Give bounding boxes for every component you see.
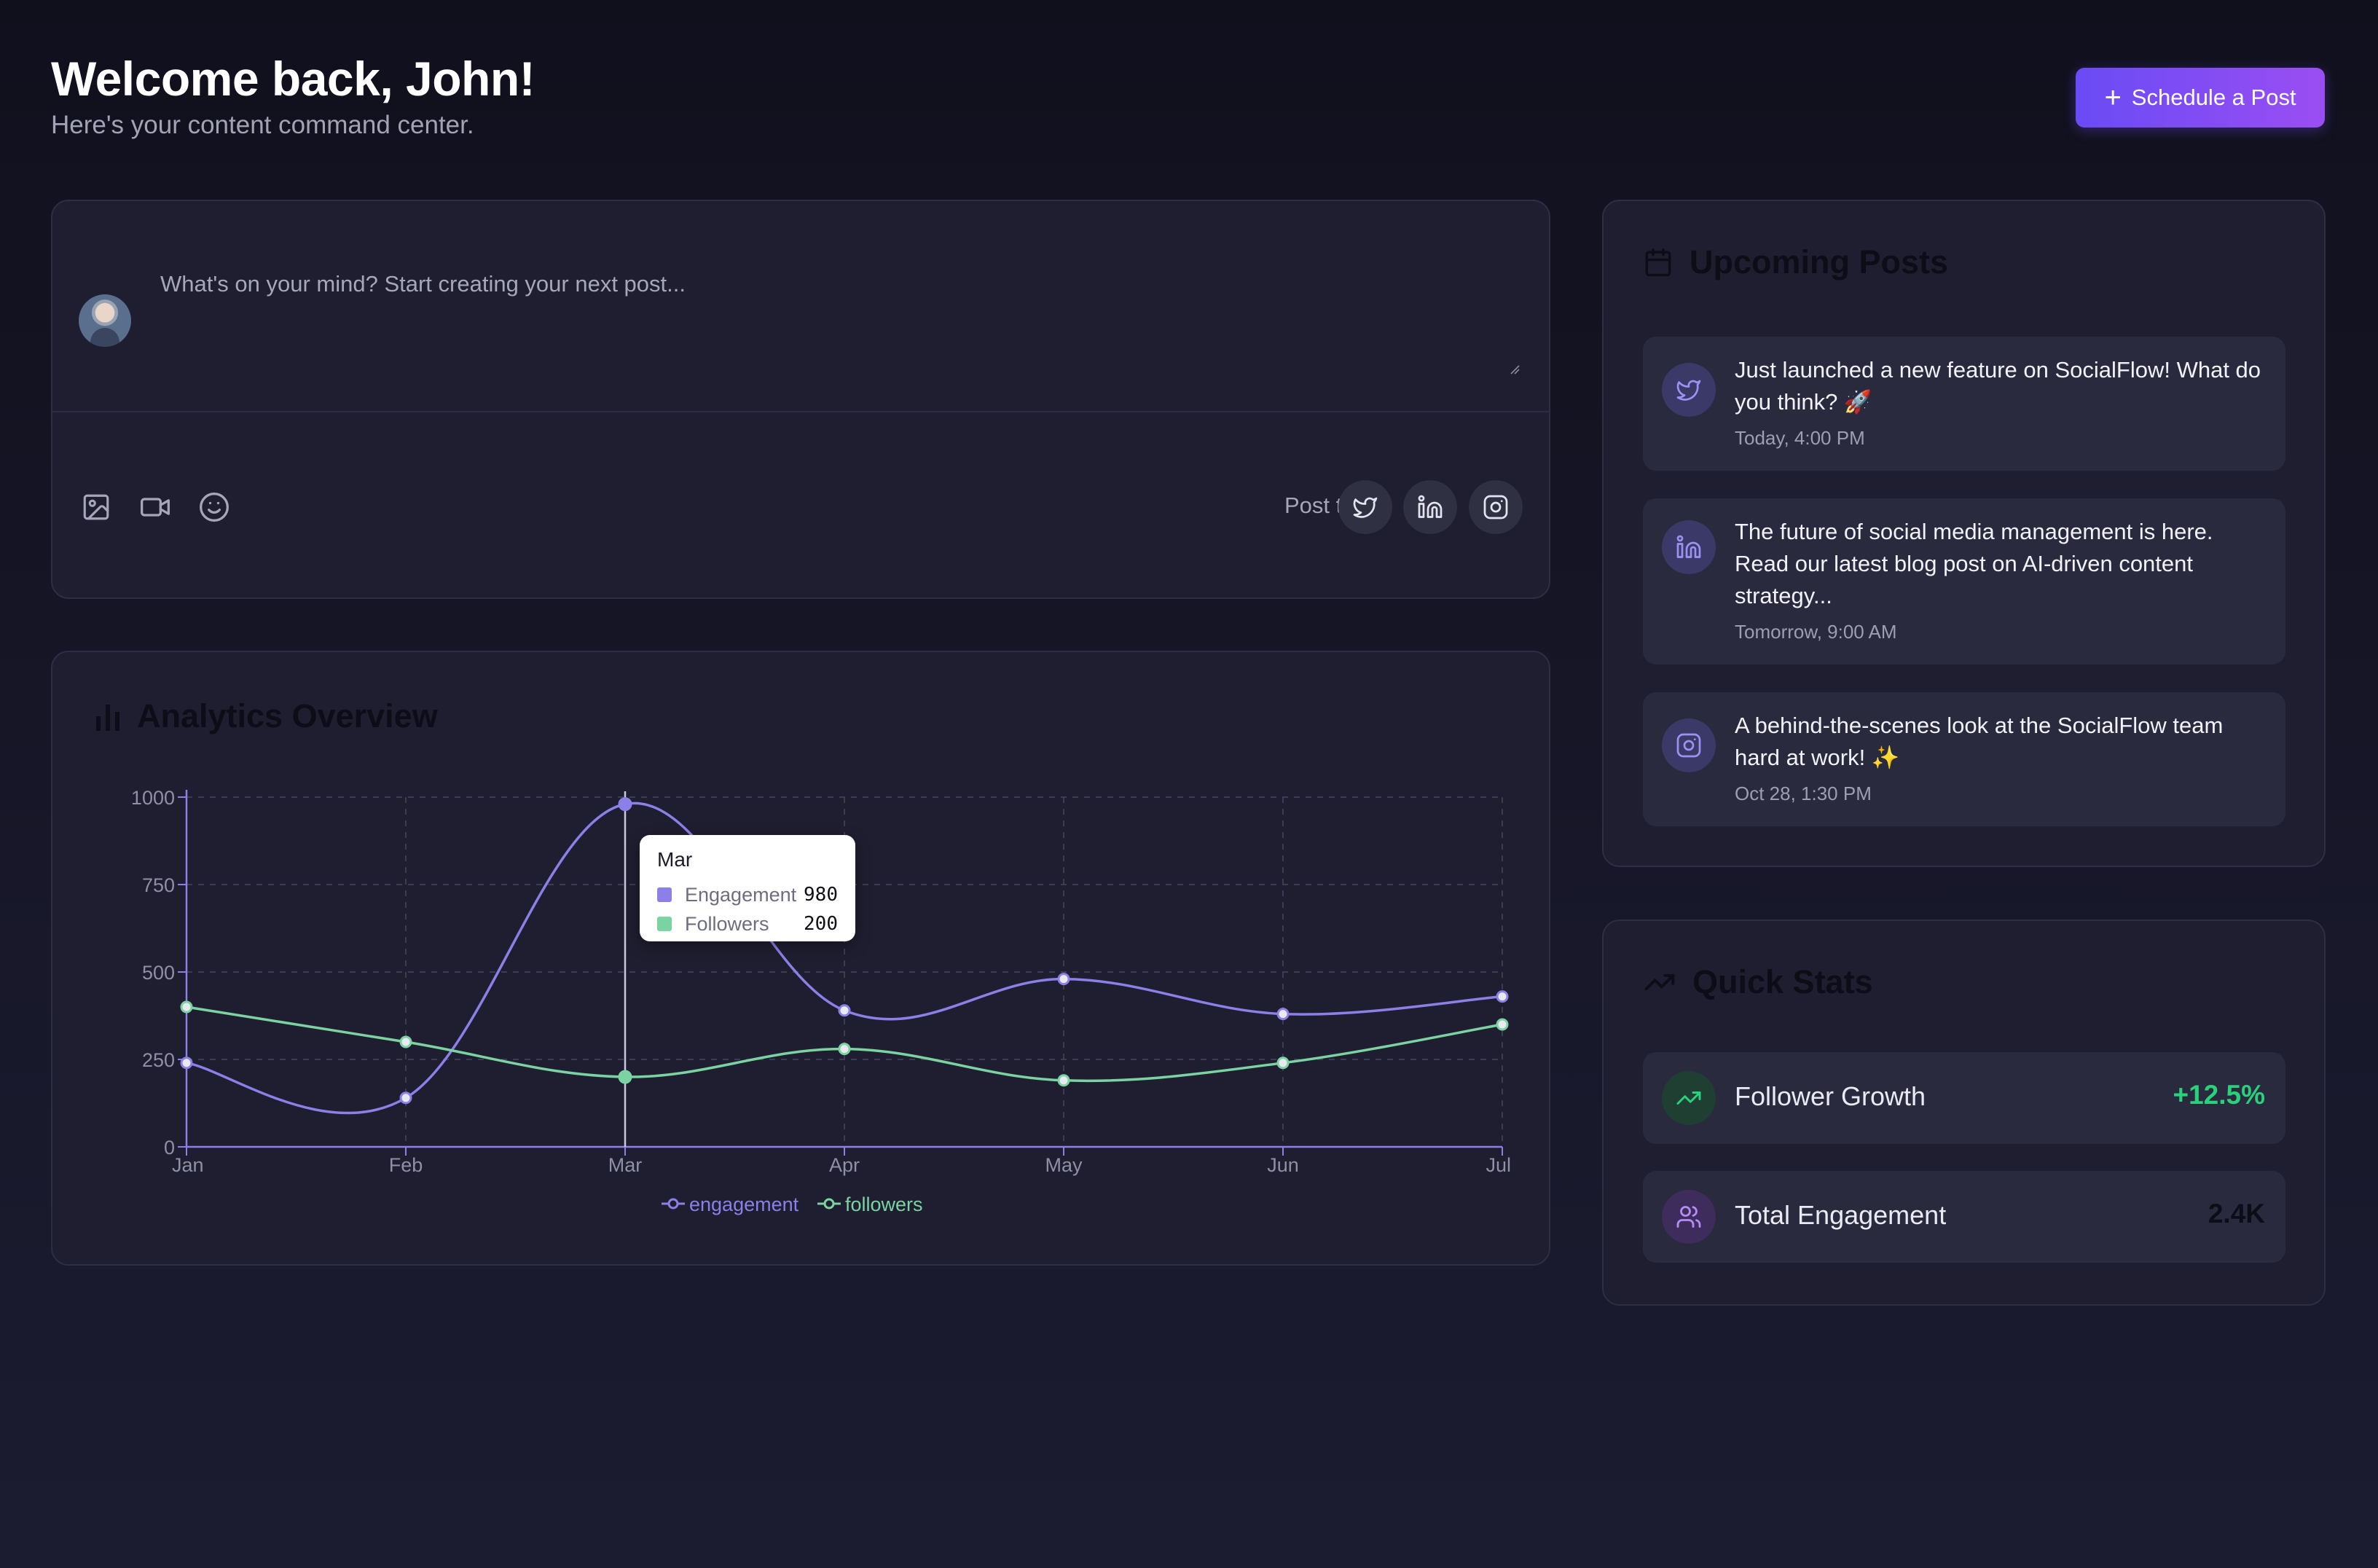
post-time: Oct 28, 1:30 PM xyxy=(1735,783,1872,804)
y-tick-label: 500 xyxy=(142,962,175,984)
upcoming-posts-card: Upcoming Posts Just launched a new featu… xyxy=(1602,200,2326,867)
engagement-legend-label: engagement xyxy=(689,1193,799,1215)
engagement-point xyxy=(618,797,632,812)
stat-label: Follower Growth xyxy=(1735,1081,1926,1111)
upcoming-title-text: Upcoming Posts xyxy=(1690,243,1949,281)
post-text: Just launched a new feature on SocialFlo… xyxy=(1735,357,2261,415)
trending-up-icon xyxy=(1662,1071,1716,1125)
followers-point xyxy=(838,1043,851,1056)
upcoming-post-item[interactable]: Just launched a new feature on SocialFlo… xyxy=(1643,337,2285,471)
followers-point xyxy=(618,1070,632,1084)
tooltip-label: Engagement xyxy=(685,883,797,906)
twitter-icon xyxy=(1662,363,1716,417)
x-tick-label: Feb xyxy=(389,1154,423,1176)
stat-follower-growth: Follower Growth +12.5% xyxy=(1643,1052,2285,1144)
engagement-point xyxy=(180,1057,193,1070)
upcoming-title: Upcoming Posts xyxy=(1643,243,1948,281)
x-tick-label: Jun xyxy=(1267,1154,1299,1176)
x-tick-label: Jul xyxy=(1486,1154,1511,1176)
trending-up-icon xyxy=(1644,973,1675,991)
followers-point xyxy=(1276,1057,1290,1070)
tooltip-label: Followers xyxy=(685,912,769,935)
instagram-icon xyxy=(1662,718,1716,772)
quick-stats-card: Quick Stats Follower Growth +12.5% Total… xyxy=(1602,920,2326,1306)
stat-value: +12.5% xyxy=(2173,1080,2265,1110)
engagement-legend-marker xyxy=(667,1198,679,1210)
x-tick-label: Apr xyxy=(829,1154,860,1176)
upcoming-post-item[interactable]: A behind-the-scenes look at the SocialFl… xyxy=(1643,692,2285,826)
followers-point xyxy=(1057,1074,1070,1087)
followers-legend-label: followers xyxy=(845,1193,923,1215)
y-tick-label: 750 xyxy=(142,874,175,896)
tooltip-title: Mar xyxy=(657,848,693,871)
linkedin-icon xyxy=(1662,520,1716,574)
post-time: Tomorrow, 9:00 AM xyxy=(1735,621,1897,643)
users-icon xyxy=(1662,1190,1716,1244)
engagement-swatch xyxy=(657,887,672,902)
stat-label: Total Engagement xyxy=(1735,1200,1947,1230)
tooltip-value: 200 xyxy=(804,913,838,935)
post-text: A behind-the-scenes look at the SocialFl… xyxy=(1735,713,2224,770)
y-tick-label: 1000 xyxy=(131,787,175,809)
x-tick-label: Jan xyxy=(172,1154,204,1176)
engagement-point xyxy=(1276,1008,1290,1021)
x-tick-label: Mar xyxy=(608,1154,643,1176)
followers-point xyxy=(1496,1018,1509,1031)
dashboard-page: Welcome back, John! Here's your content … xyxy=(0,0,2378,1568)
upcoming-post-item[interactable]: The future of social media management is… xyxy=(1643,498,2285,665)
stat-value: 2.4K xyxy=(2208,1199,2265,1228)
engagement-point xyxy=(838,1004,851,1017)
tooltip-value: 980 xyxy=(804,884,838,906)
stat-total-engagement: Total Engagement 2.4K xyxy=(1643,1171,2285,1263)
tooltip-row-engagement: Engagement 980 xyxy=(657,880,838,909)
x-tick-label: May xyxy=(1045,1154,1083,1176)
y-tick-label: 250 xyxy=(142,1049,175,1071)
calendar-icon xyxy=(1645,248,1671,277)
quick-stats-title-text: Quick Stats xyxy=(1692,963,1873,1000)
tooltip-row-followers: Followers 200 xyxy=(657,909,838,938)
post-text: The future of social media management is… xyxy=(1735,519,2213,608)
followers-legend-marker xyxy=(823,1198,835,1210)
followers-point xyxy=(180,1000,193,1014)
post-time: Today, 4:00 PM xyxy=(1735,427,1865,449)
chart-tooltip: Mar Engagement 980 Followers 200 xyxy=(640,835,855,941)
engagement-point xyxy=(1496,990,1509,1003)
engagement-point xyxy=(399,1091,412,1105)
quick-stats-title: Quick Stats xyxy=(1643,963,1873,1001)
engagement-point xyxy=(1057,973,1070,986)
followers-point xyxy=(399,1035,412,1048)
followers-swatch xyxy=(657,917,672,931)
